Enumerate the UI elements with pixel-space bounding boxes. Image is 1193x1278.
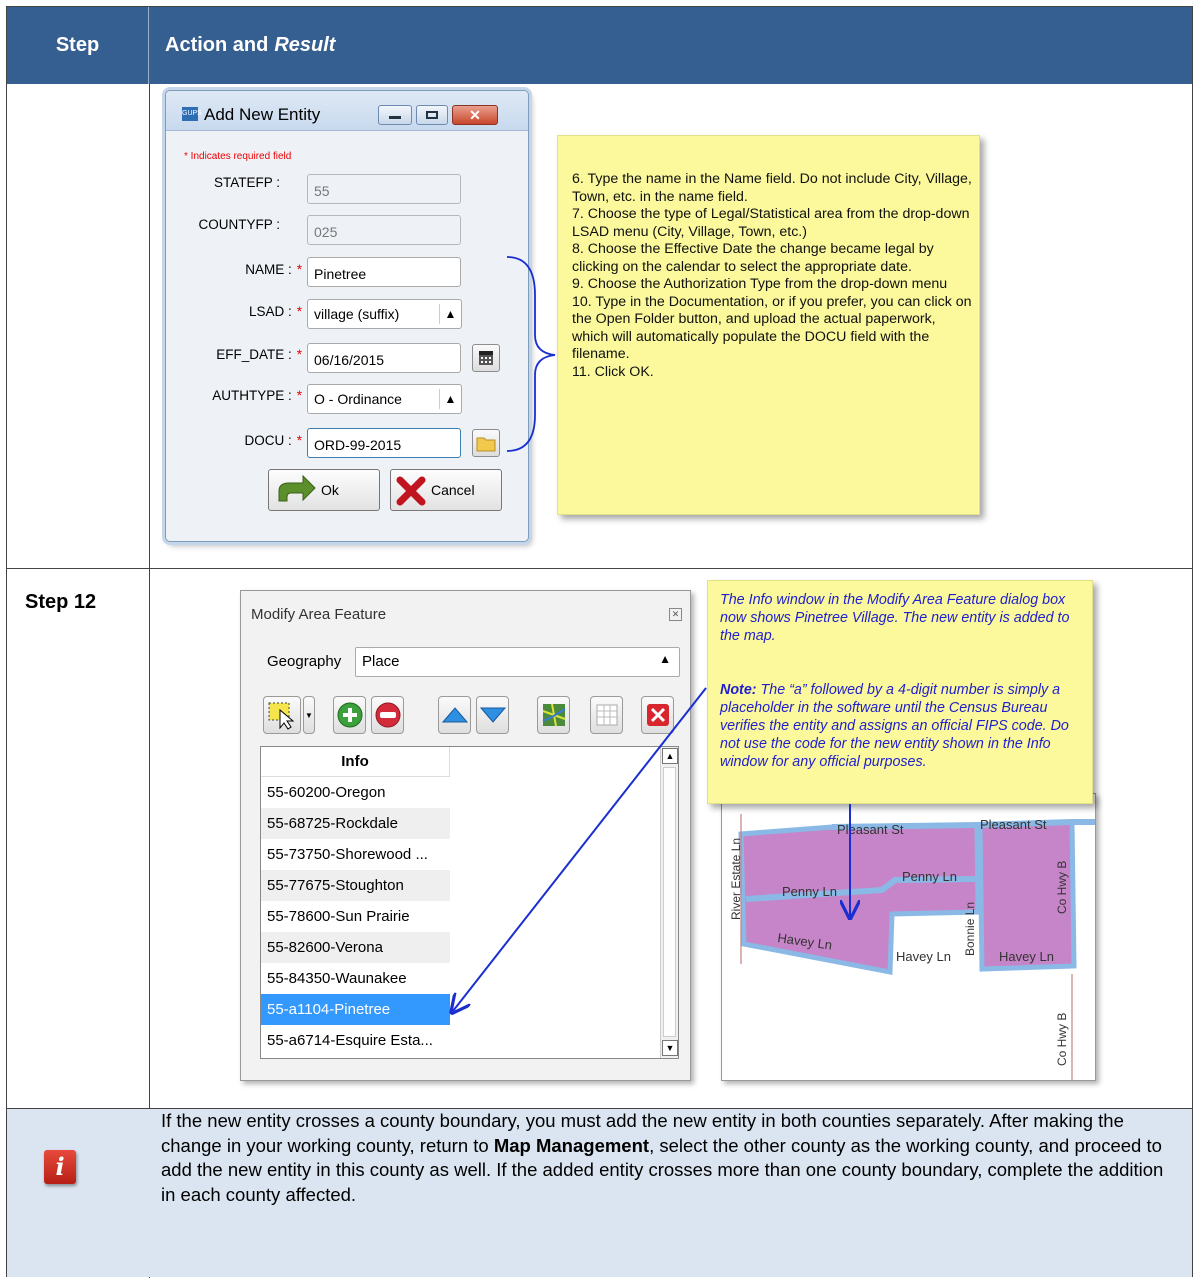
geography-select[interactable]: Place ▲ [355, 647, 680, 677]
info-paragraph: The Info window in the Modify Area Featu… [720, 592, 1070, 644]
chevron-updown-icon: ▲ [439, 389, 461, 409]
list-item[interactable]: 55-84350-Waunakee [261, 963, 450, 994]
map-icon [542, 703, 566, 727]
delete-x-icon [646, 704, 669, 726]
list-item[interactable]: 55-68725-Rockdale [261, 808, 450, 839]
calendar-icon [479, 351, 493, 365]
modify-area-feature-dialog: Modify Area Feature ✕ Geography Place ▲ ▼… [240, 590, 691, 1081]
info-sticky-note: The Info window in the Modify Area Featu… [707, 580, 1093, 804]
dialog-title: Modify Area Feature [251, 606, 387, 623]
select-cursor-icon [268, 702, 295, 730]
table-icon [596, 704, 617, 726]
arrow-up-icon [441, 707, 468, 723]
remove-button[interactable] [371, 696, 404, 734]
calendar-button[interactable] [472, 344, 500, 372]
map-label-havey-2: Havey Ln [896, 949, 951, 964]
countyfp-field[interactable]: 025 [307, 215, 461, 245]
info-icon: i [44, 1150, 76, 1184]
close-button[interactable]: ✕ [669, 608, 682, 621]
bracket-connector [506, 256, 556, 452]
name-field[interactable]: Pinetree [307, 257, 461, 287]
list-item[interactable]: 55-60200-Oregon [261, 777, 450, 808]
open-folder-button[interactable] [472, 429, 500, 457]
header-action: Action and Result [165, 34, 336, 56]
scroll-up-icon[interactable]: ▲ [662, 748, 678, 764]
column-divider [149, 84, 150, 1278]
info-column-header: Info [261, 747, 450, 777]
map-label-bonnie: Bonnie Ln [963, 902, 977, 956]
countyfp-label: COUNTYFP : [198, 217, 280, 232]
lsad-select[interactable]: village (suffix) ▲ [307, 299, 462, 329]
minus-icon [375, 702, 400, 728]
minimize-button[interactable] [378, 105, 412, 125]
authtype-label: AUTHTYPE : * [212, 388, 302, 403]
ok-button[interactable]: Ok [268, 469, 380, 511]
authtype-select[interactable]: O - Ordinance ▲ [307, 384, 462, 414]
list-item[interactable]: 55-82600-Verona [261, 932, 450, 963]
maximize-button[interactable] [416, 105, 448, 125]
eff-date-field[interactable]: 06/16/2015 [307, 343, 461, 373]
scrollbar[interactable]: ▲ ▼ [660, 747, 678, 1058]
map-canvas: Pleasant St Pleasant St Penny Ln Penny L… [729, 814, 1095, 1080]
statefp-label: STATEFP : [213, 175, 280, 190]
chevron-updown-icon: ▲ [659, 652, 671, 666]
scroll-down-icon[interactable]: ▼ [662, 1040, 678, 1056]
map-view[interactable]: Pleasant St Pleasant St Penny Ln Penny L… [721, 793, 1096, 1081]
move-up-button[interactable] [438, 696, 471, 734]
select-tool-button[interactable] [263, 696, 301, 734]
ok-arrow-icon [278, 474, 316, 502]
chevron-down-icon: ▼ [305, 710, 313, 720]
scroll-thumb[interactable] [663, 767, 676, 1037]
statefp-field[interactable]: 55 [307, 174, 461, 204]
instruction-sticky-note: 6. Type the name in the Name field. Do n… [557, 135, 980, 515]
title-bar: GUPS Add New Entity ✕ [166, 91, 528, 131]
map-label-penny-2: Penny Ln [902, 869, 957, 884]
docu-label: DOCU : * [244, 433, 302, 448]
header-step: Step [7, 7, 149, 84]
docu-field[interactable]: ORD-99-2015 [307, 428, 461, 458]
map-label-havey-3: Havey Ln [999, 949, 1054, 964]
lsad-label: LSAD : * [248, 304, 302, 319]
arrow-down-icon [479, 707, 506, 723]
instruction-text: 6. Type the name in the Name field. Do n… [572, 171, 972, 380]
eff-date-label: EFF_DATE : * [216, 347, 302, 362]
map-feature-button[interactable] [537, 696, 570, 734]
app-icon: GUPS [182, 107, 202, 121]
table-header: Step Action and Result [7, 7, 1192, 84]
map-label-river-estate: River Estate Ln [729, 838, 743, 920]
list-item[interactable]: 55-73750-Shorewood ... [261, 839, 450, 870]
list-item-selected[interactable]: 55-a1104-Pinetree [261, 994, 450, 1025]
required-note: * Indicates required field [184, 151, 292, 162]
map-label-penny-1: Penny Ln [782, 884, 837, 899]
cancel-button[interactable]: Cancel [390, 469, 502, 511]
map-label-co-hwy-1: Co Hwy B [1055, 861, 1069, 914]
row-divider [7, 568, 1192, 569]
move-down-button[interactable] [476, 696, 509, 734]
add-new-entity-dialog: GUPS Add New Entity ✕ * Indicates requir… [165, 90, 529, 542]
cancel-x-icon [396, 476, 426, 506]
folder-icon [476, 437, 496, 452]
geography-label: Geography [267, 653, 342, 670]
list-item[interactable]: 55-a6714-Esquire Esta... [261, 1025, 450, 1056]
plus-icon [337, 702, 362, 728]
chevron-updown-icon: ▲ [439, 304, 461, 324]
map-label-pleasant-1: Pleasant St [837, 822, 904, 837]
close-button[interactable]: ✕ [452, 105, 498, 125]
dialog-title: Add New Entity [204, 105, 321, 124]
list-item[interactable]: 55-78600-Sun Prairie [261, 901, 450, 932]
table-button[interactable] [590, 696, 623, 734]
info-listbox[interactable]: Info 55-60200-Oregon 55-68725-Rockdale 5… [260, 746, 679, 1059]
map-label-co-hwy-2: Co Hwy B [1055, 1013, 1069, 1066]
note-paragraph: Note: The “a” followed by a 4-digit numb… [720, 682, 1069, 770]
name-label: NAME : * [245, 262, 302, 277]
select-dropdown-button[interactable]: ▼ [303, 696, 315, 734]
add-button[interactable] [333, 696, 366, 734]
note-text: If the new entity crosses a county bound… [161, 1110, 1164, 1205]
list-item[interactable]: 55-77675-Stoughton [261, 870, 450, 901]
delete-button[interactable] [641, 696, 674, 734]
step-12-label: Step 12 [25, 591, 97, 613]
map-label-pleasant-2: Pleasant St [980, 817, 1047, 832]
